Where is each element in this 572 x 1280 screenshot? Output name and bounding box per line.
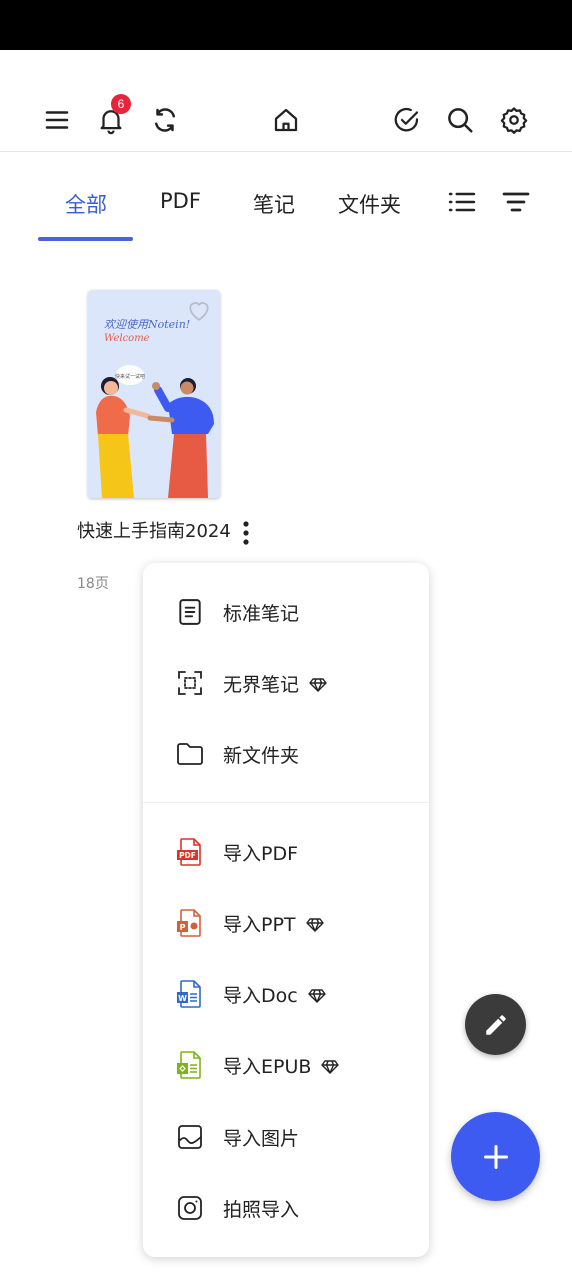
menu-item-label: 拍照导入 [223,1198,300,1221]
menu-item-import-pdf[interactable]: PDF 导入PDF [143,822,429,882]
thumbnail-title: 欢迎使用Notein! [104,318,191,331]
menu-item-camera-import[interactable]: 拍照导入 [143,1178,429,1238]
status-bar [0,0,572,50]
menu-item-label: 导入图片 [223,1127,300,1150]
search-icon [448,108,473,133]
document-thumbnail[interactable]: 欢迎使用Notein! Welcome 快来试一试吧 [88,290,220,498]
pdf-file-icon: PDF [175,837,205,867]
svg-text:W: W [178,994,187,1003]
diamond-pro-icon [308,989,326,1003]
epub-file-icon [175,1050,205,1080]
menu-button[interactable] [35,98,79,142]
more-vertical-icon [243,521,249,545]
document-page-count: 18页 [77,576,109,592]
top-toolbar: 6 [0,50,572,152]
illustration-people: 快来试一试吧 [96,365,214,498]
active-tab-indicator [38,237,133,241]
gear-icon [500,107,528,134]
diamond-pro-icon [309,678,327,692]
sync-icon [155,108,175,132]
pencil-icon [485,1014,506,1035]
menu-item-new-folder[interactable]: 新文件夹 [143,724,429,784]
thumbnail-welcome: Welcome [104,333,150,344]
bubble-text: 快来试一试吧 [115,373,145,380]
menu-item-label: 新文件夹 [223,744,300,767]
tab-notes[interactable]: 笔记 [253,189,295,219]
menu-divider [143,802,429,803]
sort-icon[interactable] [500,186,532,218]
image-icon [175,1122,205,1152]
plus-icon [483,1144,508,1169]
sync-button[interactable] [143,98,187,142]
settings-button[interactable] [492,98,536,142]
diamond-pro-icon [321,1060,340,1074]
camera-icon [175,1193,205,1223]
filter-tabs: 全部 PDF 笔记 文件夹 [0,153,572,243]
menu-item-label: 导入PPT [223,910,324,937]
notifications-button[interactable]: 6 [89,94,133,142]
menu-item-label: 导入PDF [223,842,299,865]
note-icon [175,597,205,627]
document-name[interactable]: 快速上手指南2024 [77,517,231,543]
menu-item-import-image[interactable]: 导入图片 [143,1107,429,1167]
menu-item-label: 导入EPUB [223,1052,340,1079]
word-file-icon: W [175,979,205,1009]
document-more-button[interactable] [232,518,260,548]
edit-fab[interactable] [465,994,526,1055]
diamond-pro-icon [305,918,324,932]
favorite-heart-icon[interactable] [186,298,212,322]
check-circle-icon [394,107,419,132]
folder-icon [175,739,205,769]
menu-item-label: 导入Doc [223,981,326,1008]
menu-item-infinite-note[interactable]: 无界笔记 [143,653,429,713]
menu-item-import-epub[interactable]: 导入EPUB [143,1035,429,1095]
tab-pdf[interactable]: PDF [160,189,201,213]
list-view-icon[interactable] [446,186,478,218]
notification-badge: 6 [111,94,131,114]
select-button[interactable] [385,98,429,142]
tab-all[interactable]: 全部 [65,189,107,219]
svg-text:PDF: PDF [179,851,196,860]
menu-item-import-ppt[interactable]: P 导入PPT [143,893,429,953]
tab-folders[interactable]: 文件夹 [338,189,401,219]
infinite-canvas-icon [175,668,205,698]
menu-item-import-doc[interactable]: W 导入Doc [143,964,429,1024]
add-fab[interactable] [451,1112,540,1201]
svg-text:P: P [180,923,186,932]
menu-item-label: 标准笔记 [223,602,300,625]
menu-item-standard-note[interactable]: 标准笔记 [143,582,429,642]
hamburger-icon [45,111,69,129]
home-button[interactable] [264,98,308,142]
menu-item-label: 无界笔记 [223,670,327,697]
search-button[interactable] [438,98,482,142]
home-icon [274,108,298,132]
create-import-menu: 标准笔记 无界笔记 新文件夹 PDF 导入PDF P 导入PPT W 导入Doc [143,563,429,1257]
ppt-file-icon: P [175,908,205,938]
